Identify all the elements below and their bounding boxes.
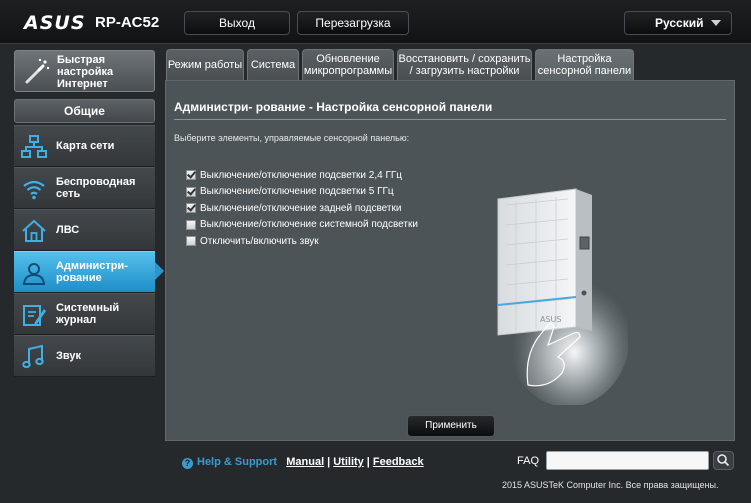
option-back-light[interactable]: Выключение/отключение задней подсветки [186,200,418,217]
option-label: Выключение/отключение системной подсветк… [200,219,418,231]
apply-button[interactable]: Применить [407,415,495,437]
admin-user-icon [22,263,46,285]
logout-button[interactable]: Выход [184,11,290,35]
option-sound[interactable]: Отключить/включить звук [186,233,418,250]
option-led-5g[interactable]: Выключение/отключение подсветки 5 ГГц [186,184,418,201]
option-label: Выключение/отключение подсветки 5 ГГц [200,186,394,198]
help-support-label: Help & Support [197,456,278,468]
option-led-2g[interactable]: Выключение/отключение подсветки 2,4 ГГц [186,167,418,184]
sidebar-item-sound[interactable]: Звук [14,335,155,377]
option-label: Отключить/включить звук [200,235,319,247]
tab-firmware-upgrade[interactable]: Обновление микропрограммы [302,49,394,80]
utility-link[interactable]: Utility [333,456,364,468]
system-log-icon [23,305,46,326]
sidebar-item-label: Администри- рование [56,260,128,284]
magic-wand-icon [25,58,50,84]
faq-label: FAQ [517,455,540,467]
model-name: RP-AC52 [95,14,160,31]
page-title: Администри- рование - Настройка сенсорно… [174,100,493,114]
reboot-button[interactable]: Перезагрузка [297,11,409,35]
sidebar-item-label: Карта сети [56,140,115,152]
sidebar-menu: Карта сети Беспроводная сеть ЛВС Админис… [14,125,155,377]
main-panel: Администри- рование - Настройка сенсорно… [165,80,735,441]
checkbox-system-light[interactable] [186,219,196,230]
chevron-down-icon [711,20,721,26]
option-system-light[interactable]: Выключение/отключение системной подсветк… [186,217,418,234]
option-label: Выключение/отключение подсветки 2,4 ГГц [200,169,403,181]
checkbox-led-5g[interactable] [186,186,196,197]
copyright-text: 2015 ASUSTeK Computer Inc. Все права защ… [502,480,719,490]
help-icon: ? [182,458,193,469]
sidebar-item-label: Беспроводная сеть [56,176,136,200]
sidebar-item-lan[interactable]: ЛВС [14,209,155,251]
language-select[interactable]: Русский [624,11,732,35]
tab-system[interactable]: Система [247,49,299,80]
sidebar-item-label: Системный журнал [56,302,120,326]
sidebar-item-label: ЛВС [56,224,80,236]
manual-link[interactable]: Manual [286,456,324,468]
active-item-pointer [155,262,164,280]
top-header: ASUS RP-AC52 Выход Перезагрузка Русский [0,0,751,44]
language-value: Русский [655,16,704,30]
sidebar-item-network-map[interactable]: Карта сети [14,125,155,167]
link-separator: | [327,456,331,468]
quick-internet-setup-button[interactable]: Быстрая настройка Интернет [14,50,155,92]
page-description: Выберите элементы, управляемые сенсорной… [174,133,410,143]
option-label: Выключение/отключение задней подсветки [200,202,402,214]
help-support-links: ? Help & Support Manual | Utility | Feedback [182,456,424,469]
tab-operation-mode[interactable]: Режим работы [166,49,244,80]
checkbox-back-light[interactable] [186,203,196,214]
device-logo: ASUS [540,315,561,324]
search-icon [717,454,730,467]
tab-touch-panel-settings[interactable]: Настройка сенсорной панели [535,49,634,80]
tab-restore-save-upload[interactable]: Восстановить / сохранить / загрузить нас… [397,49,532,80]
sidebar-item-system-log[interactable]: Системный журнал [14,293,155,335]
sidebar-item-wireless[interactable]: Беспроводная сеть [14,167,155,209]
general-section-header: Общие [14,99,155,123]
checkbox-sound[interactable] [186,236,196,247]
checkbox-led-2g[interactable] [186,170,196,181]
link-separator: | [366,456,370,468]
title-divider [174,119,726,120]
lan-house-icon [22,219,46,242]
asus-logo: ASUS [24,12,86,34]
sidebar-item-administration[interactable]: Администри- рование [14,251,155,293]
faq-search-input[interactable] [546,451,709,470]
feedback-link[interactable]: Feedback [373,456,424,468]
music-note-icon [22,345,44,369]
sidebar-item-label: Звук [56,350,82,362]
touch-options-list: Выключение/отключение подсветки 2,4 ГГц … [186,167,418,250]
repeater-device-illustration: ASUS [497,188,628,405]
quick-setup-label: Быстрая настройка Интернет [57,54,114,90]
faq-search-button[interactable] [713,451,734,470]
wireless-icon [23,180,45,200]
network-map-icon [21,135,47,158]
